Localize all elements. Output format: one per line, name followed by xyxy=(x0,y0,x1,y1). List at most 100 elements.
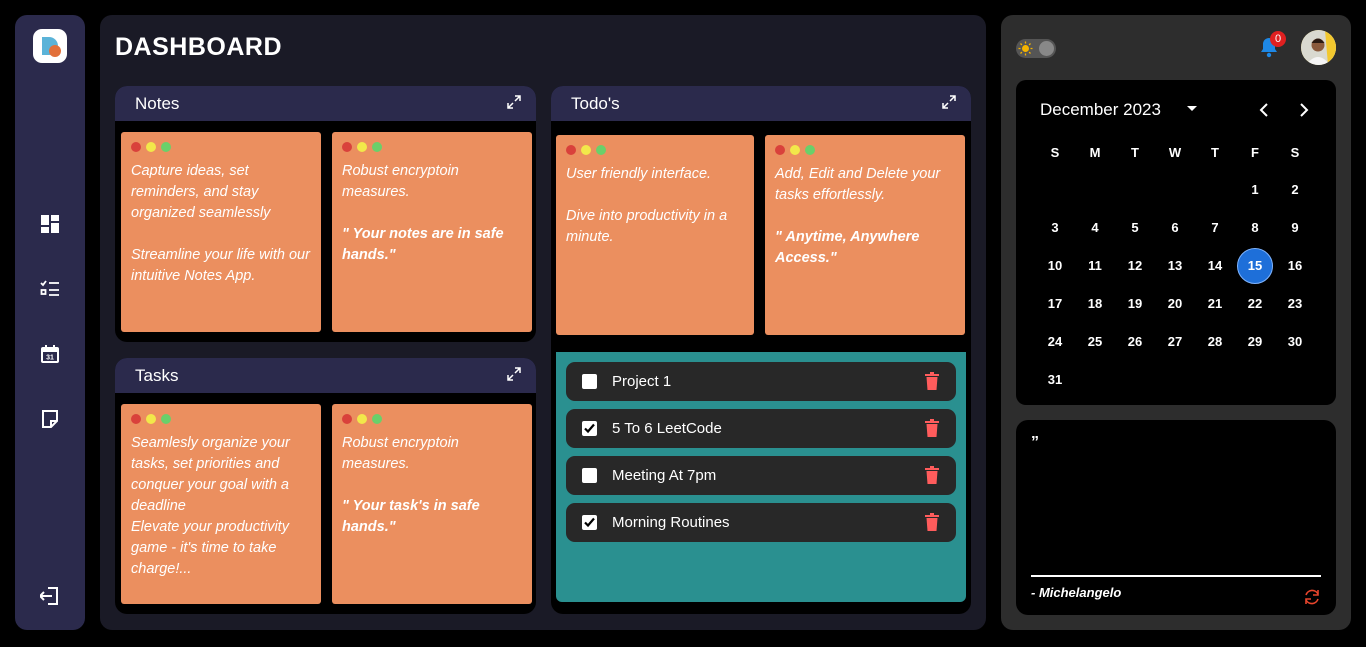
calendar-day[interactable]: 31 xyxy=(1037,362,1073,398)
task-card-text: Seamlesly organize your tasks, set prior… xyxy=(131,435,290,577)
note-card-text: Robust encryptoin measures. " Your notes… xyxy=(342,161,524,266)
trash-icon[interactable] xyxy=(924,466,940,484)
calendar-icon-day: 31 xyxy=(46,355,54,362)
calendar-day[interactable]: 11 xyxy=(1077,248,1113,284)
expand-icon[interactable] xyxy=(506,94,522,110)
task-card-text-main: Robust encryptoin measures. xyxy=(342,435,459,472)
calendar-day[interactable]: 1 xyxy=(1237,172,1273,208)
avatar[interactable] xyxy=(1301,30,1336,65)
chevron-right-icon[interactable] xyxy=(1296,100,1312,120)
calendar-day[interactable]: 23 xyxy=(1277,286,1313,322)
note-card[interactable]: Robust encryptoin measures. " Your notes… xyxy=(332,132,532,332)
calendar-day[interactable]: 28 xyxy=(1197,324,1233,360)
calendar-day[interactable]: 26 xyxy=(1117,324,1153,360)
todo-card[interactable]: Add, Edit and Delete your tasks effortle… xyxy=(765,135,965,335)
calendar-day[interactable]: 2 xyxy=(1277,172,1313,208)
dashboard-icon[interactable] xyxy=(39,213,61,235)
calendar-day[interactable]: 22 xyxy=(1237,286,1273,322)
notification-badge: 0 xyxy=(1270,31,1286,47)
calendar-day[interactable]: 30 xyxy=(1277,324,1313,360)
todo-list: Project 1 5 To 6 LeetCode Meeting At 7pm… xyxy=(556,352,966,602)
calendar-day[interactable]: 9 xyxy=(1277,210,1313,246)
weekday-label: M xyxy=(1089,145,1101,160)
trash-icon[interactable] xyxy=(924,513,940,531)
notes-icon[interactable] xyxy=(39,408,61,430)
trash-icon[interactable] xyxy=(924,372,940,390)
todo-card-text: User friendly interface. Dive into produ… xyxy=(566,166,728,245)
chevron-left-icon[interactable] xyxy=(1256,100,1272,120)
note-card-emphasis: " Your notes are in safe hands." xyxy=(342,226,504,263)
weekday-label: F xyxy=(1251,145,1259,160)
tasks-panel: Tasks Seamlesly organize your tasks, set… xyxy=(115,358,536,614)
calendar-day[interactable]: 27 xyxy=(1157,324,1193,360)
calendar-day[interactable]: 24 xyxy=(1037,324,1073,360)
calendar-day[interactable]: 13 xyxy=(1157,248,1193,284)
calendar-day-selected[interactable]: 15 xyxy=(1237,248,1273,284)
calendar-day[interactable]: 29 xyxy=(1237,324,1273,360)
calendar-day[interactable]: 5 xyxy=(1117,210,1153,246)
sidebar: 31 xyxy=(15,15,85,630)
right-panel: 0 December 2023 SMTWTFS 1 2 3 4 5 6 7 8 9 10 11 12 1… xyxy=(1001,15,1351,630)
todos-panel-title: Todo's xyxy=(571,94,620,113)
theme-toggle[interactable] xyxy=(1016,39,1056,58)
weekday-label: T xyxy=(1211,145,1219,160)
todo-checkbox[interactable] xyxy=(582,374,597,389)
note-card[interactable]: Capture ideas, set reminders, and stay o… xyxy=(121,132,321,332)
weekday-label: T xyxy=(1131,145,1139,160)
task-card[interactable]: Seamlesly organize your tasks, set prior… xyxy=(121,404,321,604)
refresh-icon[interactable] xyxy=(1302,587,1322,607)
logout-icon[interactable] xyxy=(39,585,61,607)
calendar-icon[interactable]: 31 xyxy=(39,343,61,365)
todo-item-label: 5 To 6 LeetCode xyxy=(612,420,722,437)
calendar-month-label[interactable]: December 2023 xyxy=(1040,100,1161,120)
calendar-day[interactable]: 6 xyxy=(1157,210,1193,246)
task-card-text: Robust encryptoin measures. " Your task'… xyxy=(342,433,524,538)
tasks-list-icon[interactable] xyxy=(39,278,61,300)
notes-panel-header: Notes xyxy=(115,86,536,121)
quote-author: - Michelangelo xyxy=(1031,585,1122,600)
calendar-day[interactable]: 16 xyxy=(1277,248,1313,284)
todo-item: Meeting At 7pm xyxy=(566,456,956,495)
calendar-day[interactable]: 14 xyxy=(1197,248,1233,284)
calendar-day[interactable]: 3 xyxy=(1037,210,1073,246)
window-dots xyxy=(131,414,171,424)
window-dots xyxy=(342,142,382,152)
calendar-day[interactable]: 12 xyxy=(1117,248,1153,284)
chevron-down-icon[interactable] xyxy=(1186,105,1198,113)
calendar-day[interactable]: 18 xyxy=(1077,286,1113,322)
app-logo[interactable] xyxy=(33,29,67,63)
calendar-day[interactable]: 17 xyxy=(1037,286,1073,322)
weekday-label: W xyxy=(1168,145,1182,160)
todo-item: Project 1 xyxy=(566,362,956,401)
calendar-day[interactable]: 25 xyxy=(1077,324,1113,360)
todo-item-label: Meeting At 7pm xyxy=(612,467,717,484)
calendar-day[interactable]: 10 xyxy=(1037,248,1073,284)
todo-card[interactable]: User friendly interface. Dive into produ… xyxy=(556,135,754,335)
calendar-day[interactable]: 4 xyxy=(1077,210,1113,246)
sun-icon xyxy=(1018,41,1033,56)
todo-item-label: Project 1 xyxy=(612,373,672,390)
expand-icon[interactable] xyxy=(506,366,522,382)
calendar-day[interactable]: 20 xyxy=(1157,286,1193,322)
todos-panel: Todo's User friendly interface. Dive int… xyxy=(551,86,971,614)
calendar-day[interactable]: 8 xyxy=(1237,210,1273,246)
calendar-day[interactable]: 7 xyxy=(1197,210,1233,246)
todo-checkbox[interactable] xyxy=(582,468,597,483)
todo-checkbox[interactable] xyxy=(582,515,597,530)
notes-panel: Notes Capture ideas, set reminders, and … xyxy=(115,86,536,342)
note-card-text: Capture ideas, set reminders, and stay o… xyxy=(131,163,310,284)
task-card[interactable]: Robust encryptoin measures. " Your task'… xyxy=(332,404,532,604)
window-dots xyxy=(566,145,606,155)
tasks-panel-header: Tasks xyxy=(115,358,536,393)
todo-item-label: Morning Routines xyxy=(612,514,730,531)
todo-item: 5 To 6 LeetCode xyxy=(566,409,956,448)
calendar-day[interactable]: 19 xyxy=(1117,286,1153,322)
todo-checkbox[interactable] xyxy=(582,421,597,436)
toggle-knob xyxy=(1039,41,1054,56)
calendar-day[interactable]: 21 xyxy=(1197,286,1233,322)
quote-text: ” xyxy=(1031,434,1039,451)
expand-icon[interactable] xyxy=(941,94,957,110)
todo-item: Morning Routines xyxy=(566,503,956,542)
trash-icon[interactable] xyxy=(924,419,940,437)
page-title: DASHBOARD xyxy=(115,33,282,61)
